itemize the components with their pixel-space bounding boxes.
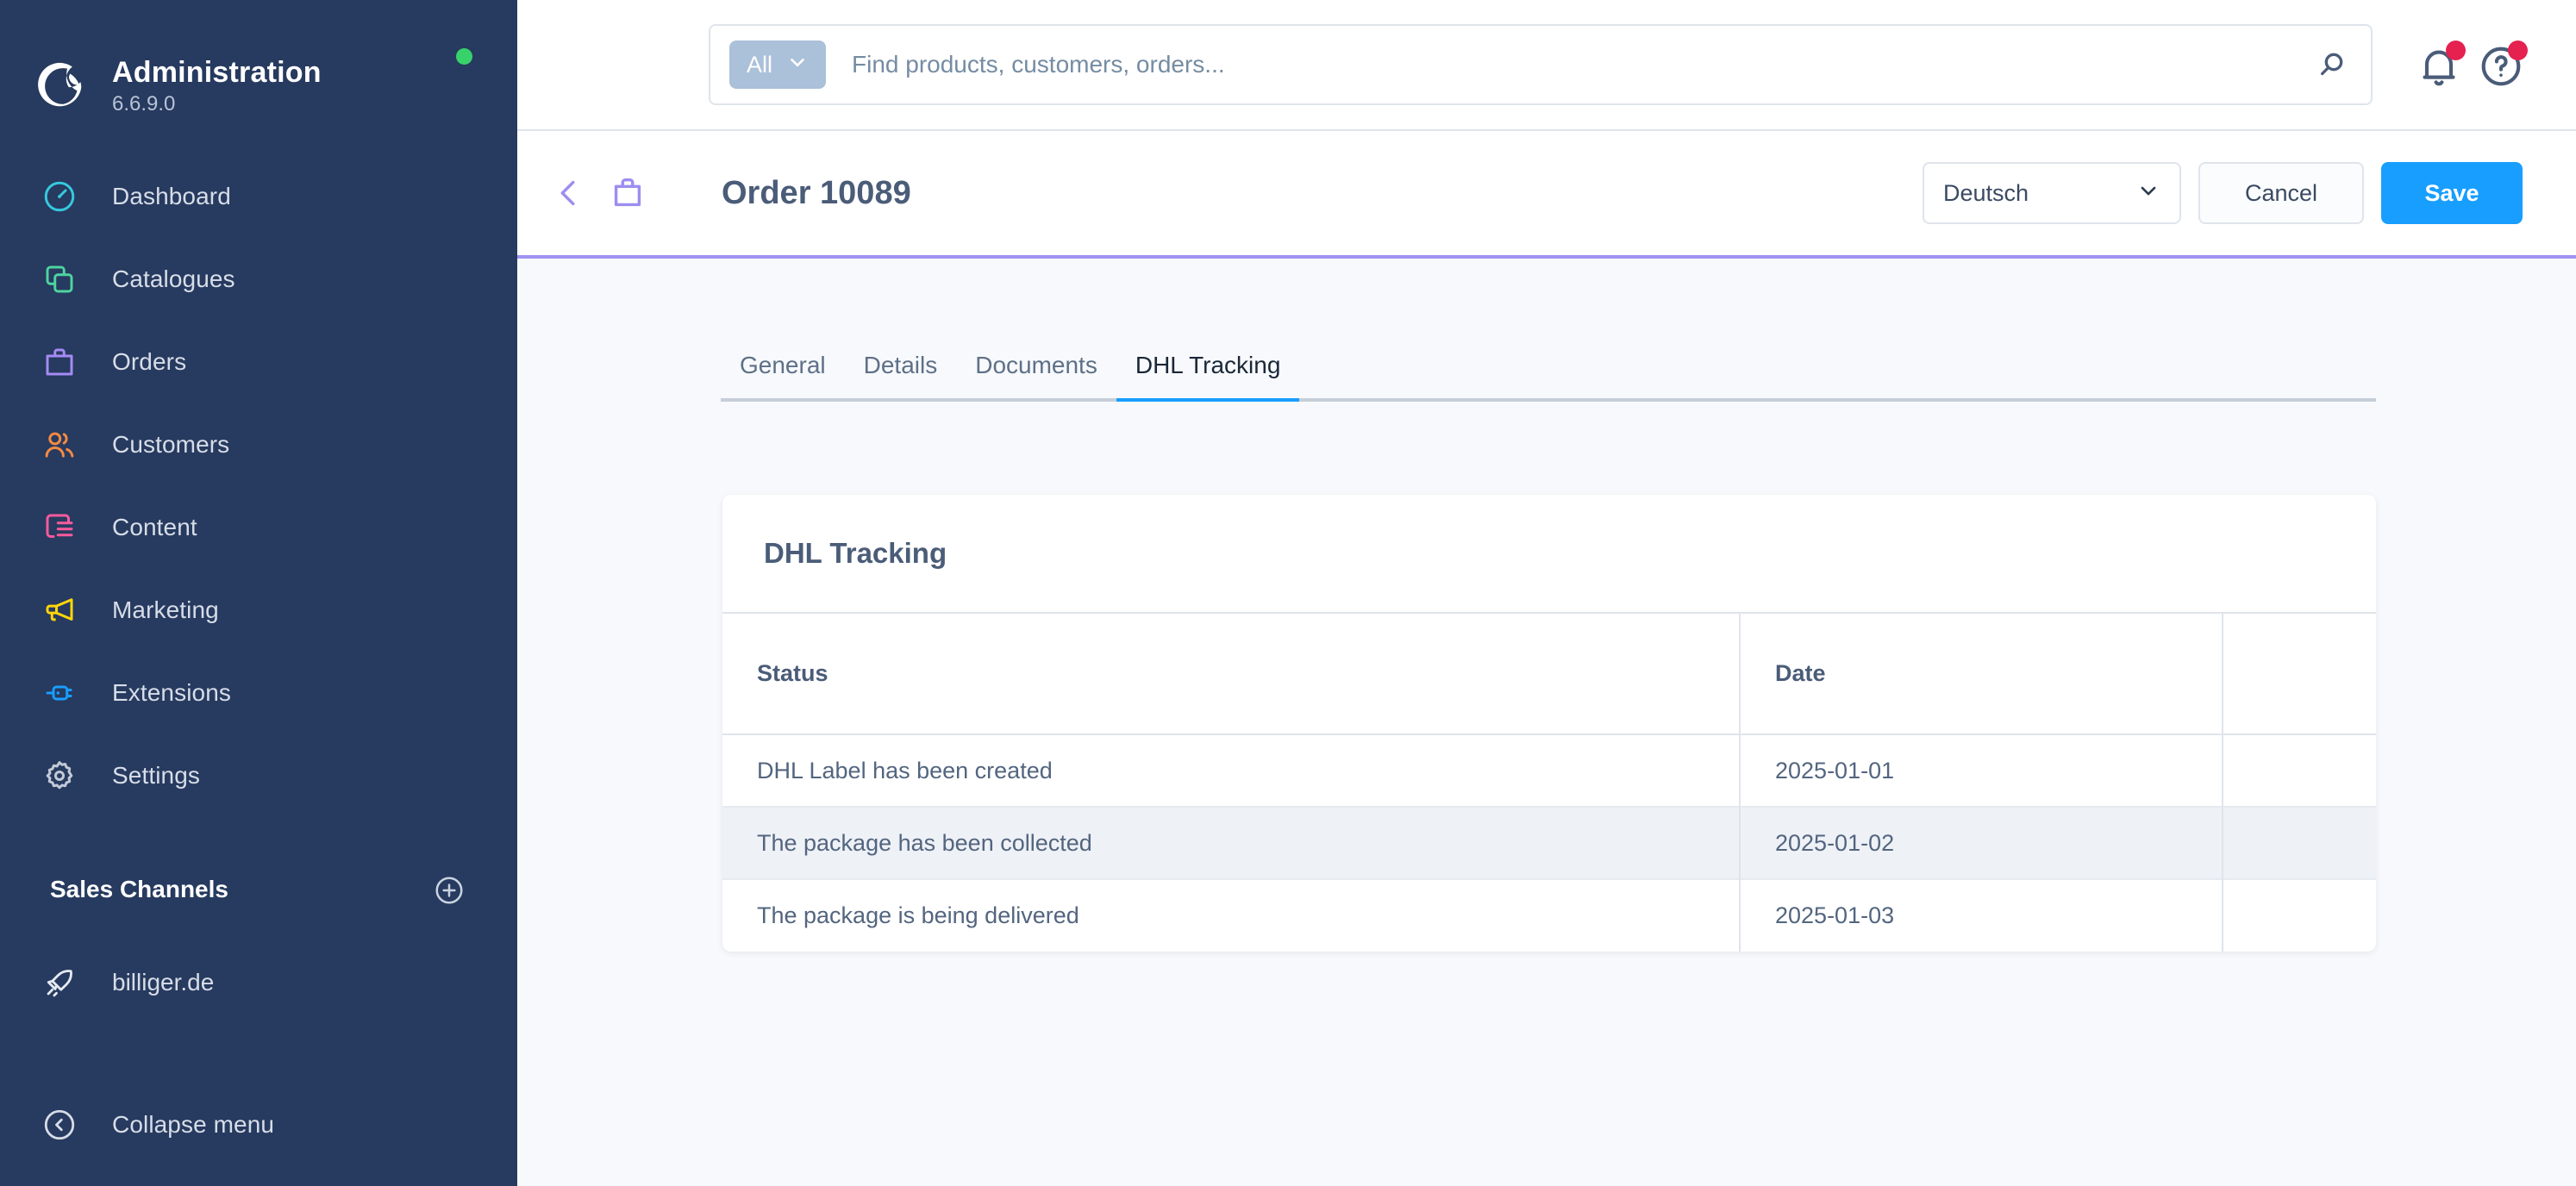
question-circle-icon[interactable] [2476, 41, 2528, 91]
content-area: General Details Documents DHL Tracking D… [517, 262, 2576, 1186]
sidebar-item-label: Settings [112, 762, 200, 789]
table-head: Status Date [722, 614, 2376, 735]
cell-actions[interactable] [2223, 734, 2376, 807]
sidebar-item-label: Orders [112, 348, 187, 375]
sidebar-item-label: Dashboard [112, 183, 231, 209]
sales-channels-section: Sales Channels [0, 864, 517, 915]
status-indicator-dot [456, 48, 472, 65]
table-header-row: Status Date [722, 614, 2376, 735]
help-badge [2508, 41, 2528, 60]
cell-actions[interactable] [2223, 807, 2376, 879]
tab-bar: General Details Documents DHL Tracking [721, 341, 2376, 402]
sidebar-item-marketing[interactable]: Marketing [0, 569, 517, 652]
cell-date: 2025-01-02 [1740, 807, 2223, 879]
sidebar-item-settings[interactable]: Settings [0, 734, 517, 817]
sidebar-item-extensions[interactable]: Extensions [0, 652, 517, 734]
chevron-down-icon [2136, 178, 2160, 209]
cancel-button[interactable]: Cancel [2198, 162, 2364, 224]
sidebar-item-label: Content [112, 514, 197, 540]
brand-text: Administration 6.6.9.0 [112, 56, 322, 115]
sidebar-header: Administration 6.6.9.0 [0, 0, 517, 138]
collapse-menu-label: Collapse menu [112, 1111, 275, 1138]
orders-icon [40, 342, 79, 382]
sidebar-item-label: billiger.de [112, 969, 215, 996]
page-header: Order 10089 Deutsch Cancel Save [517, 131, 2576, 259]
settings-icon [40, 756, 79, 796]
sidebar-item-orders[interactable]: Orders [0, 321, 517, 403]
plus-circle-icon[interactable] [433, 874, 466, 907]
sales-channels-title: Sales Channels [50, 876, 228, 902]
sidebar-item-content[interactable]: Content [0, 486, 517, 569]
search-scope-label: All [747, 51, 773, 78]
sidebar: Administration 6.6.9.0 Dashboard Catalog… [0, 0, 517, 1186]
sidebar-item-label: Catalogues [112, 265, 235, 292]
column-header-status: Status [722, 614, 1741, 735]
collapse-menu-button[interactable]: Collapse menu [0, 1105, 517, 1145]
header-actions: Deutsch Cancel Save [1923, 162, 2523, 224]
shopware-logo-icon [36, 59, 90, 113]
sidebar-item-label: Marketing [112, 596, 219, 623]
table-row[interactable]: The package has been collected 2025-01-0… [722, 807, 2376, 879]
table-row[interactable]: The package is being delivered 2025-01-0… [722, 879, 2376, 952]
tab-dhl-tracking[interactable]: DHL Tracking [1116, 352, 1300, 402]
catalogues-icon [40, 259, 79, 299]
extensions-icon [40, 673, 79, 713]
cell-status: DHL Label has been created [722, 734, 1741, 807]
sidebar-item-label: Customers [112, 431, 230, 458]
table-row[interactable]: DHL Label has been created 2025-01-01 [722, 734, 2376, 807]
table-body: DHL Label has been created 2025-01-01 Th… [722, 734, 2376, 952]
column-header-date: Date [1740, 614, 2223, 735]
search-scope-selector[interactable]: All [729, 41, 827, 89]
top-bar: All [517, 0, 2576, 131]
language-select[interactable]: Deutsch [1923, 162, 2181, 224]
card-title: DHL Tracking [764, 537, 947, 569]
sidebar-item-label: Extensions [112, 679, 231, 706]
bell-icon[interactable] [2414, 41, 2466, 91]
customers-icon [40, 425, 79, 465]
page-title: Order 10089 [722, 174, 911, 211]
card-header: DHL Tracking [722, 495, 2376, 614]
rocket-icon [40, 963, 79, 1002]
cell-date: 2025-01-03 [1740, 879, 2223, 952]
cell-status: The package is being delivered [722, 879, 1741, 952]
sidebar-item-catalogues[interactable]: Catalogues [0, 238, 517, 321]
sidebar-item-sales-channel[interactable]: billiger.de [0, 941, 517, 1024]
tab-general[interactable]: General [721, 352, 845, 398]
dhl-tracking-table: Status Date DHL Label has been created 2… [722, 614, 2376, 952]
sidebar-item-customers[interactable]: Customers [0, 403, 517, 486]
bag-icon[interactable] [608, 173, 647, 213]
sidebar-item-dashboard[interactable]: Dashboard [0, 155, 517, 238]
brand-title: Administration [112, 56, 322, 90]
dhl-tracking-card: DHL Tracking Status Date DHL Label has b… [722, 495, 2376, 952]
tab-details[interactable]: Details [845, 352, 957, 398]
cell-status: The package has been collected [722, 807, 1741, 879]
tab-documents[interactable]: Documents [956, 352, 1116, 398]
save-button[interactable]: Save [2381, 162, 2523, 224]
search-input[interactable] [852, 51, 2293, 78]
marketing-icon [40, 590, 79, 630]
content-icon [40, 508, 79, 547]
language-select-value: Deutsch [1943, 179, 2029, 206]
sidebar-nav: Dashboard Catalogues Orders Customers Co… [0, 155, 517, 817]
brand-version: 6.6.9.0 [112, 91, 176, 115]
search-icon[interactable] [2293, 26, 2371, 103]
notification-badge [2446, 41, 2466, 60]
chevron-left-circle-icon [40, 1105, 79, 1145]
dashboard-icon [40, 177, 79, 216]
column-header-actions [2223, 614, 2376, 735]
cell-actions[interactable] [2223, 879, 2376, 952]
chevron-left-icon[interactable] [549, 173, 589, 213]
chevron-down-icon [786, 51, 809, 79]
cell-date: 2025-01-01 [1740, 734, 2223, 807]
global-search-bar: All [709, 24, 2373, 105]
